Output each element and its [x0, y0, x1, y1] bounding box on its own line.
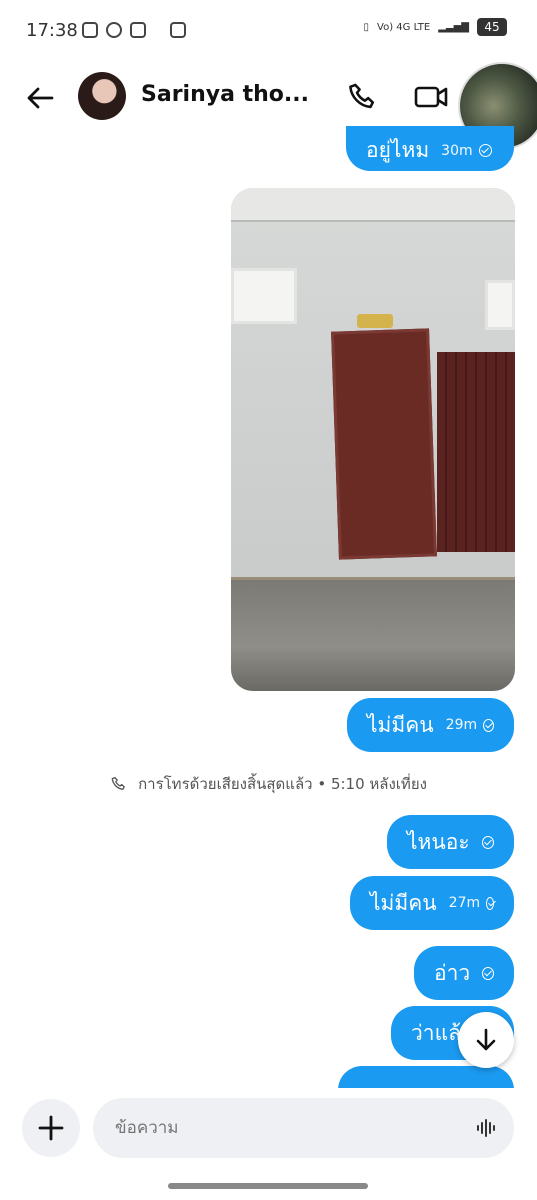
photo-message[interactable] — [231, 188, 515, 691]
message-time: 27m — [448, 895, 481, 911]
photo-window — [485, 280, 515, 330]
instagram-icon — [82, 22, 98, 38]
contact-name[interactable]: Sarinya tho... — [141, 82, 309, 107]
sent-check-icon — [486, 896, 494, 910]
message-time: 30m — [441, 142, 473, 159]
status-time: 17:38 — [26, 20, 78, 41]
message-text: ว่าแล้ — [411, 1020, 461, 1045]
tool-icon — [154, 22, 162, 38]
photo-floor — [231, 580, 515, 691]
photo-window — [231, 268, 297, 324]
phone-icon[interactable] — [346, 80, 380, 114]
message-input[interactable] — [93, 1098, 514, 1158]
arrow-down-icon — [476, 1028, 496, 1051]
back-arrow-icon[interactable] — [24, 82, 56, 114]
vibrate-icon: ▯ — [363, 21, 370, 33]
video-camera-icon[interactable] — [413, 82, 449, 112]
message-bubble[interactable]: ไหนอะ — [387, 815, 514, 869]
message-bubble[interactable]: ไม่มีคน 29m — [347, 698, 514, 752]
phone-icon — [111, 776, 125, 790]
scroll-to-bottom-button[interactable] — [458, 1012, 514, 1068]
avatar[interactable] — [78, 72, 126, 120]
sent-check-icon — [483, 718, 494, 732]
message-bubble[interactable]: ไม่มีคน 27m — [350, 876, 514, 930]
message-text: อ่าว — [434, 960, 471, 985]
voice-message-icon[interactable] — [475, 1116, 499, 1140]
message-bubble[interactable]: อยู่ไหม 30m — [346, 126, 514, 171]
composer-bar — [0, 1088, 537, 1168]
message-time: 29m — [445, 717, 478, 733]
gesture-nav-bar[interactable] — [168, 1183, 368, 1189]
sent-check-icon — [481, 835, 494, 849]
sent-check-icon — [482, 966, 494, 980]
message-text: ไม่มีคน — [370, 890, 437, 915]
signal-icon: ▂▃▅▇ — [438, 21, 469, 33]
notification-icons — [82, 22, 186, 38]
messenger-icon — [106, 22, 122, 38]
network-label: Vo) 4G LTE — [377, 21, 431, 33]
add-attachment-button[interactable] — [22, 1099, 80, 1157]
status-right: ▯ Vo) 4G LTE ▂▃▅▇ 45 — [364, 18, 507, 36]
plus-icon — [38, 1115, 64, 1141]
battery-icon: 45 — [477, 18, 507, 36]
call-ended-notice: การโทรด้วยเสียงสิ้นสุดแล้ว • 5:10 หลังเท… — [0, 772, 537, 796]
app-icon — [170, 22, 186, 38]
message-text: ไหนอะ — [407, 829, 470, 854]
chat-header: Sarinya tho... — [0, 60, 537, 135]
photo-door — [331, 328, 437, 560]
mail-icon — [130, 22, 146, 38]
photo-ceiling — [231, 188, 515, 222]
message-bubble[interactable]: อ่าว — [414, 946, 514, 1000]
message-text: อยู่ไหม — [366, 138, 430, 162]
photo-door-sign — [357, 314, 393, 328]
status-bar: 17:38 ▯ Vo) 4G LTE ▂▃▅▇ 45 — [0, 0, 537, 60]
message-text: ไม่มีคน — [367, 712, 434, 737]
photo-fence — [437, 352, 515, 552]
call-ended-text: การโทรด้วยเสียงสิ้นสุดแล้ว • 5:10 หลังเท… — [138, 775, 427, 793]
sent-check-icon — [478, 144, 492, 157]
